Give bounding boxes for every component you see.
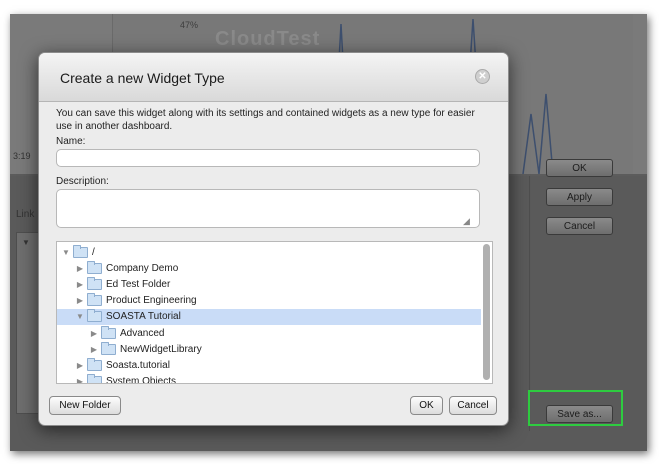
tree-item-label: NewWidgetLibrary bbox=[120, 343, 202, 355]
folder-icon bbox=[101, 341, 116, 355]
expand-arrow-icon[interactable]: ▶ bbox=[75, 361, 85, 370]
dialog-description: You can save this widget along with its … bbox=[56, 108, 475, 132]
expand-arrow-icon[interactable]: ▶ bbox=[75, 377, 85, 383]
collapse-arrow-icon[interactable]: ▼ bbox=[75, 312, 85, 321]
tree-item-label: Company Demo bbox=[106, 262, 179, 274]
folder-icon bbox=[87, 374, 102, 383]
folder-icon bbox=[73, 244, 88, 258]
expand-arrow-icon[interactable]: ▶ bbox=[89, 329, 99, 338]
expand-arrow-icon[interactable]: ▶ bbox=[75, 296, 85, 305]
apply-button[interactable]: Apply bbox=[546, 188, 613, 206]
folder-icon bbox=[87, 309, 102, 323]
dialog-titlebar: Create a new Widget Type ✕ bbox=[39, 53, 508, 102]
chart-watermark: CloudTest bbox=[215, 28, 321, 50]
tree-item-label: Ed Test Folder bbox=[106, 278, 171, 290]
cancel-button[interactable]: Cancel bbox=[449, 396, 497, 415]
tree-item[interactable]: ▼ / bbox=[57, 244, 481, 260]
tree-item-label: System Objects bbox=[106, 376, 177, 384]
tree-item[interactable]: ▶ System Objects bbox=[57, 374, 481, 384]
tree-item-label: Soasta.tutorial bbox=[106, 359, 170, 371]
description-label: Description: bbox=[56, 176, 109, 187]
description-input[interactable] bbox=[56, 189, 480, 228]
tree-expand-icon: ▼ bbox=[22, 238, 30, 247]
tree-item[interactable]: ▶ Ed Test Folder bbox=[57, 276, 481, 292]
folder-tree[interactable]: ▼ / ▶ Company Demo ▶ Ed Test Folder ▶ Product E… bbox=[56, 241, 493, 384]
tree-item[interactable]: ▶ Company Demo bbox=[57, 260, 481, 276]
tree-item-label: Product Engineering bbox=[106, 295, 197, 307]
save-as-highlight bbox=[528, 390, 623, 426]
name-input[interactable] bbox=[56, 149, 480, 167]
folder-icon bbox=[101, 325, 116, 339]
tree-item[interactable]: ▶ NewWidgetLibrary bbox=[57, 341, 481, 357]
link-label: Link bbox=[16, 209, 35, 220]
cancel-button-background[interactable]: Cancel bbox=[546, 217, 613, 235]
tree-item[interactable]: ▶ Product Engineering bbox=[57, 293, 481, 309]
chart-percent-label: 47% bbox=[180, 20, 199, 30]
folder-icon bbox=[87, 357, 102, 371]
tree-item[interactable]: ▶ Advanced bbox=[57, 325, 481, 341]
ok-button[interactable]: OK bbox=[410, 396, 443, 415]
folder-icon bbox=[87, 293, 102, 307]
create-widget-type-dialog: Create a new Widget Type ✕ You can save … bbox=[38, 52, 509, 426]
expand-arrow-icon[interactable]: ▶ bbox=[89, 345, 99, 354]
tree-item-label: / bbox=[92, 246, 95, 258]
time-label: 3:19 bbox=[13, 151, 31, 161]
close-icon[interactable]: ✕ bbox=[475, 69, 490, 84]
folder-icon bbox=[87, 276, 102, 290]
dialog-title: Create a new Widget Type bbox=[60, 70, 225, 86]
name-label: Name: bbox=[56, 136, 86, 147]
tree-item-label: Advanced bbox=[120, 327, 165, 339]
folder-icon bbox=[87, 260, 102, 274]
tree-scrollbar[interactable] bbox=[483, 244, 490, 380]
tree-item[interactable]: ▼ SOASTA Tutorial bbox=[57, 308, 481, 325]
tree-item-label: SOASTA Tutorial bbox=[106, 311, 181, 323]
collapse-arrow-icon[interactable]: ▼ bbox=[61, 248, 71, 257]
resize-grip-icon[interactable]: ◢ bbox=[463, 217, 470, 226]
tree-item[interactable]: ▶ Soasta.tutorial bbox=[57, 357, 481, 373]
ok-button-background[interactable]: OK bbox=[546, 159, 613, 177]
expand-arrow-icon[interactable]: ▶ bbox=[75, 280, 85, 289]
new-folder-button[interactable]: New Folder bbox=[49, 396, 121, 415]
expand-arrow-icon[interactable]: ▶ bbox=[75, 264, 85, 273]
